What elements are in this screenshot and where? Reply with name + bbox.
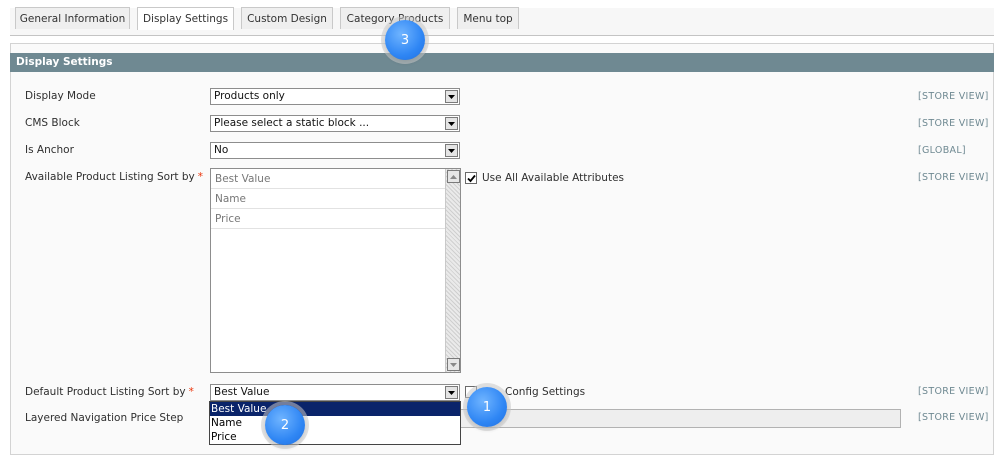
step-badge: 2 — [265, 405, 305, 445]
use-all-attributes-checkbox[interactable] — [465, 172, 477, 184]
default-sort-label: Default Product Listing Sort by * — [25, 386, 194, 398]
list-item[interactable]: Price — [211, 209, 447, 229]
tab-menu-top[interactable]: Menu top — [457, 7, 519, 29]
available-sort-listbox[interactable]: Best Value Name Price — [210, 168, 461, 373]
display-mode-value: Products only — [214, 90, 285, 102]
price-step-input[interactable] — [460, 409, 901, 428]
scope-label: [STORE VIEW] — [918, 172, 989, 183]
required-mark: * — [197, 171, 203, 183]
list-item[interactable]: Name — [211, 189, 447, 209]
default-sort-dropdown[interactable]: Best Value Name Price — [209, 401, 461, 445]
step-badge: 1 — [467, 387, 507, 427]
display-mode-label: Display Mode — [25, 90, 96, 102]
step-badge: 3 — [385, 20, 425, 60]
display-mode-select[interactable]: Products only — [210, 88, 460, 105]
chevron-down-icon[interactable] — [445, 144, 458, 157]
use-all-attributes-label: Use All Available Attributes — [482, 172, 625, 184]
is-anchor-label: Is Anchor — [25, 144, 74, 156]
list-item[interactable]: Best Value — [211, 169, 447, 189]
tab-custom-design[interactable]: Custom Design — [241, 7, 333, 29]
use-config-settings-label: Config Settings — [505, 386, 586, 398]
scope-label: [GLOBAL] — [918, 145, 966, 156]
default-sort-label-text: Default Product Listing Sort by — [25, 386, 186, 398]
scroll-down-icon[interactable] — [447, 358, 460, 371]
available-sort-label: Available Product Listing Sort by * — [25, 171, 203, 183]
tab-general-information[interactable]: General Information — [15, 7, 130, 29]
chevron-down-icon[interactable] — [445, 90, 458, 103]
scroll-up-icon[interactable] — [447, 170, 460, 183]
cms-block-value: Please select a static block ... — [214, 117, 370, 129]
scrollbar[interactable] — [445, 169, 460, 372]
dropdown-option[interactable]: Price — [210, 430, 460, 444]
cms-block-label: CMS Block — [25, 117, 80, 129]
tab-label: Display Settings — [142, 13, 229, 25]
default-sort-value: Best Value — [214, 386, 270, 398]
available-sort-label-text: Available Product Listing Sort by — [25, 171, 195, 183]
is-anchor-value: No — [214, 144, 229, 156]
dropdown-option[interactable]: Best Value — [210, 402, 460, 416]
scope-label: [STORE VIEW] — [918, 91, 989, 102]
tab-label: Custom Design — [247, 12, 327, 25]
scope-label: [STORE VIEW] — [918, 386, 989, 397]
cms-block-select[interactable]: Please select a static block ... — [210, 115, 460, 132]
tab-label: General Information — [19, 12, 126, 25]
dropdown-option[interactable]: Name — [210, 416, 460, 430]
chevron-down-icon[interactable] — [445, 386, 458, 399]
tab-display-settings[interactable]: Display Settings — [137, 7, 234, 30]
scope-label: [STORE VIEW] — [918, 118, 989, 129]
scope-label: [STORE VIEW] — [918, 412, 989, 423]
required-mark: * — [188, 386, 194, 398]
checkmark-icon — [466, 174, 476, 182]
section-title: Display Settings — [10, 53, 994, 72]
tab-label: Menu top — [463, 12, 513, 25]
chevron-down-icon[interactable] — [445, 117, 458, 130]
price-step-label: Layered Navigation Price Step — [25, 412, 184, 424]
default-sort-select[interactable]: Best Value — [210, 384, 460, 401]
is-anchor-select[interactable]: No — [210, 142, 460, 159]
